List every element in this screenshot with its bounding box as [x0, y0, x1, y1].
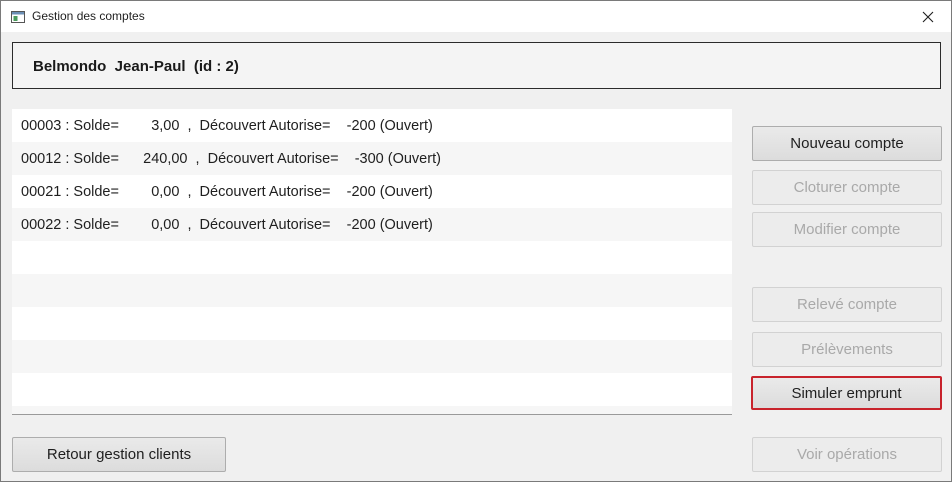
- empty-row: [12, 307, 732, 340]
- empty-row: [12, 241, 732, 274]
- simulate-loan-button[interactable]: Simuler emprunt: [751, 376, 942, 410]
- close-icon: [922, 11, 934, 22]
- empty-row: [12, 274, 732, 307]
- direct-debits-button[interactable]: Prélèvements: [752, 332, 942, 367]
- account-statement-button[interactable]: Relevé compte: [752, 287, 942, 322]
- account-row[interactable]: 00021 : Solde= 0,00 , Découvert Autorise…: [12, 175, 732, 208]
- view-operations-button[interactable]: Voir opérations: [752, 437, 942, 472]
- close-button[interactable]: [905, 1, 951, 32]
- empty-row: [12, 406, 732, 414]
- account-management-window: Gestion des comptes Belmondo Jean-Paul (…: [0, 0, 952, 482]
- title-bar: Gestion des comptes: [1, 1, 951, 32]
- empty-row: [12, 340, 732, 373]
- close-account-button[interactable]: Cloturer compte: [752, 170, 942, 205]
- account-row[interactable]: 00012 : Solde= 240,00 , Découvert Autori…: [12, 142, 732, 175]
- edit-account-button[interactable]: Modifier compte: [752, 212, 942, 247]
- window-title: Gestion des comptes: [32, 9, 145, 23]
- new-account-button[interactable]: Nouveau compte: [752, 126, 942, 161]
- account-row[interactable]: 00022 : Solde= 0,00 , Découvert Autorise…: [12, 208, 732, 241]
- accounts-list[interactable]: 00003 : Solde= 3,00 , Découvert Autorise…: [12, 109, 732, 415]
- account-row[interactable]: 00003 : Solde= 3,00 , Découvert Autorise…: [12, 109, 732, 142]
- back-to-clients-button[interactable]: Retour gestion clients: [12, 437, 226, 472]
- window-app-icon: [11, 10, 25, 23]
- client-name-label: Belmondo Jean-Paul (id : 2): [33, 58, 239, 75]
- empty-row: [12, 373, 732, 406]
- client-info-box: Belmondo Jean-Paul (id : 2): [12, 42, 941, 89]
